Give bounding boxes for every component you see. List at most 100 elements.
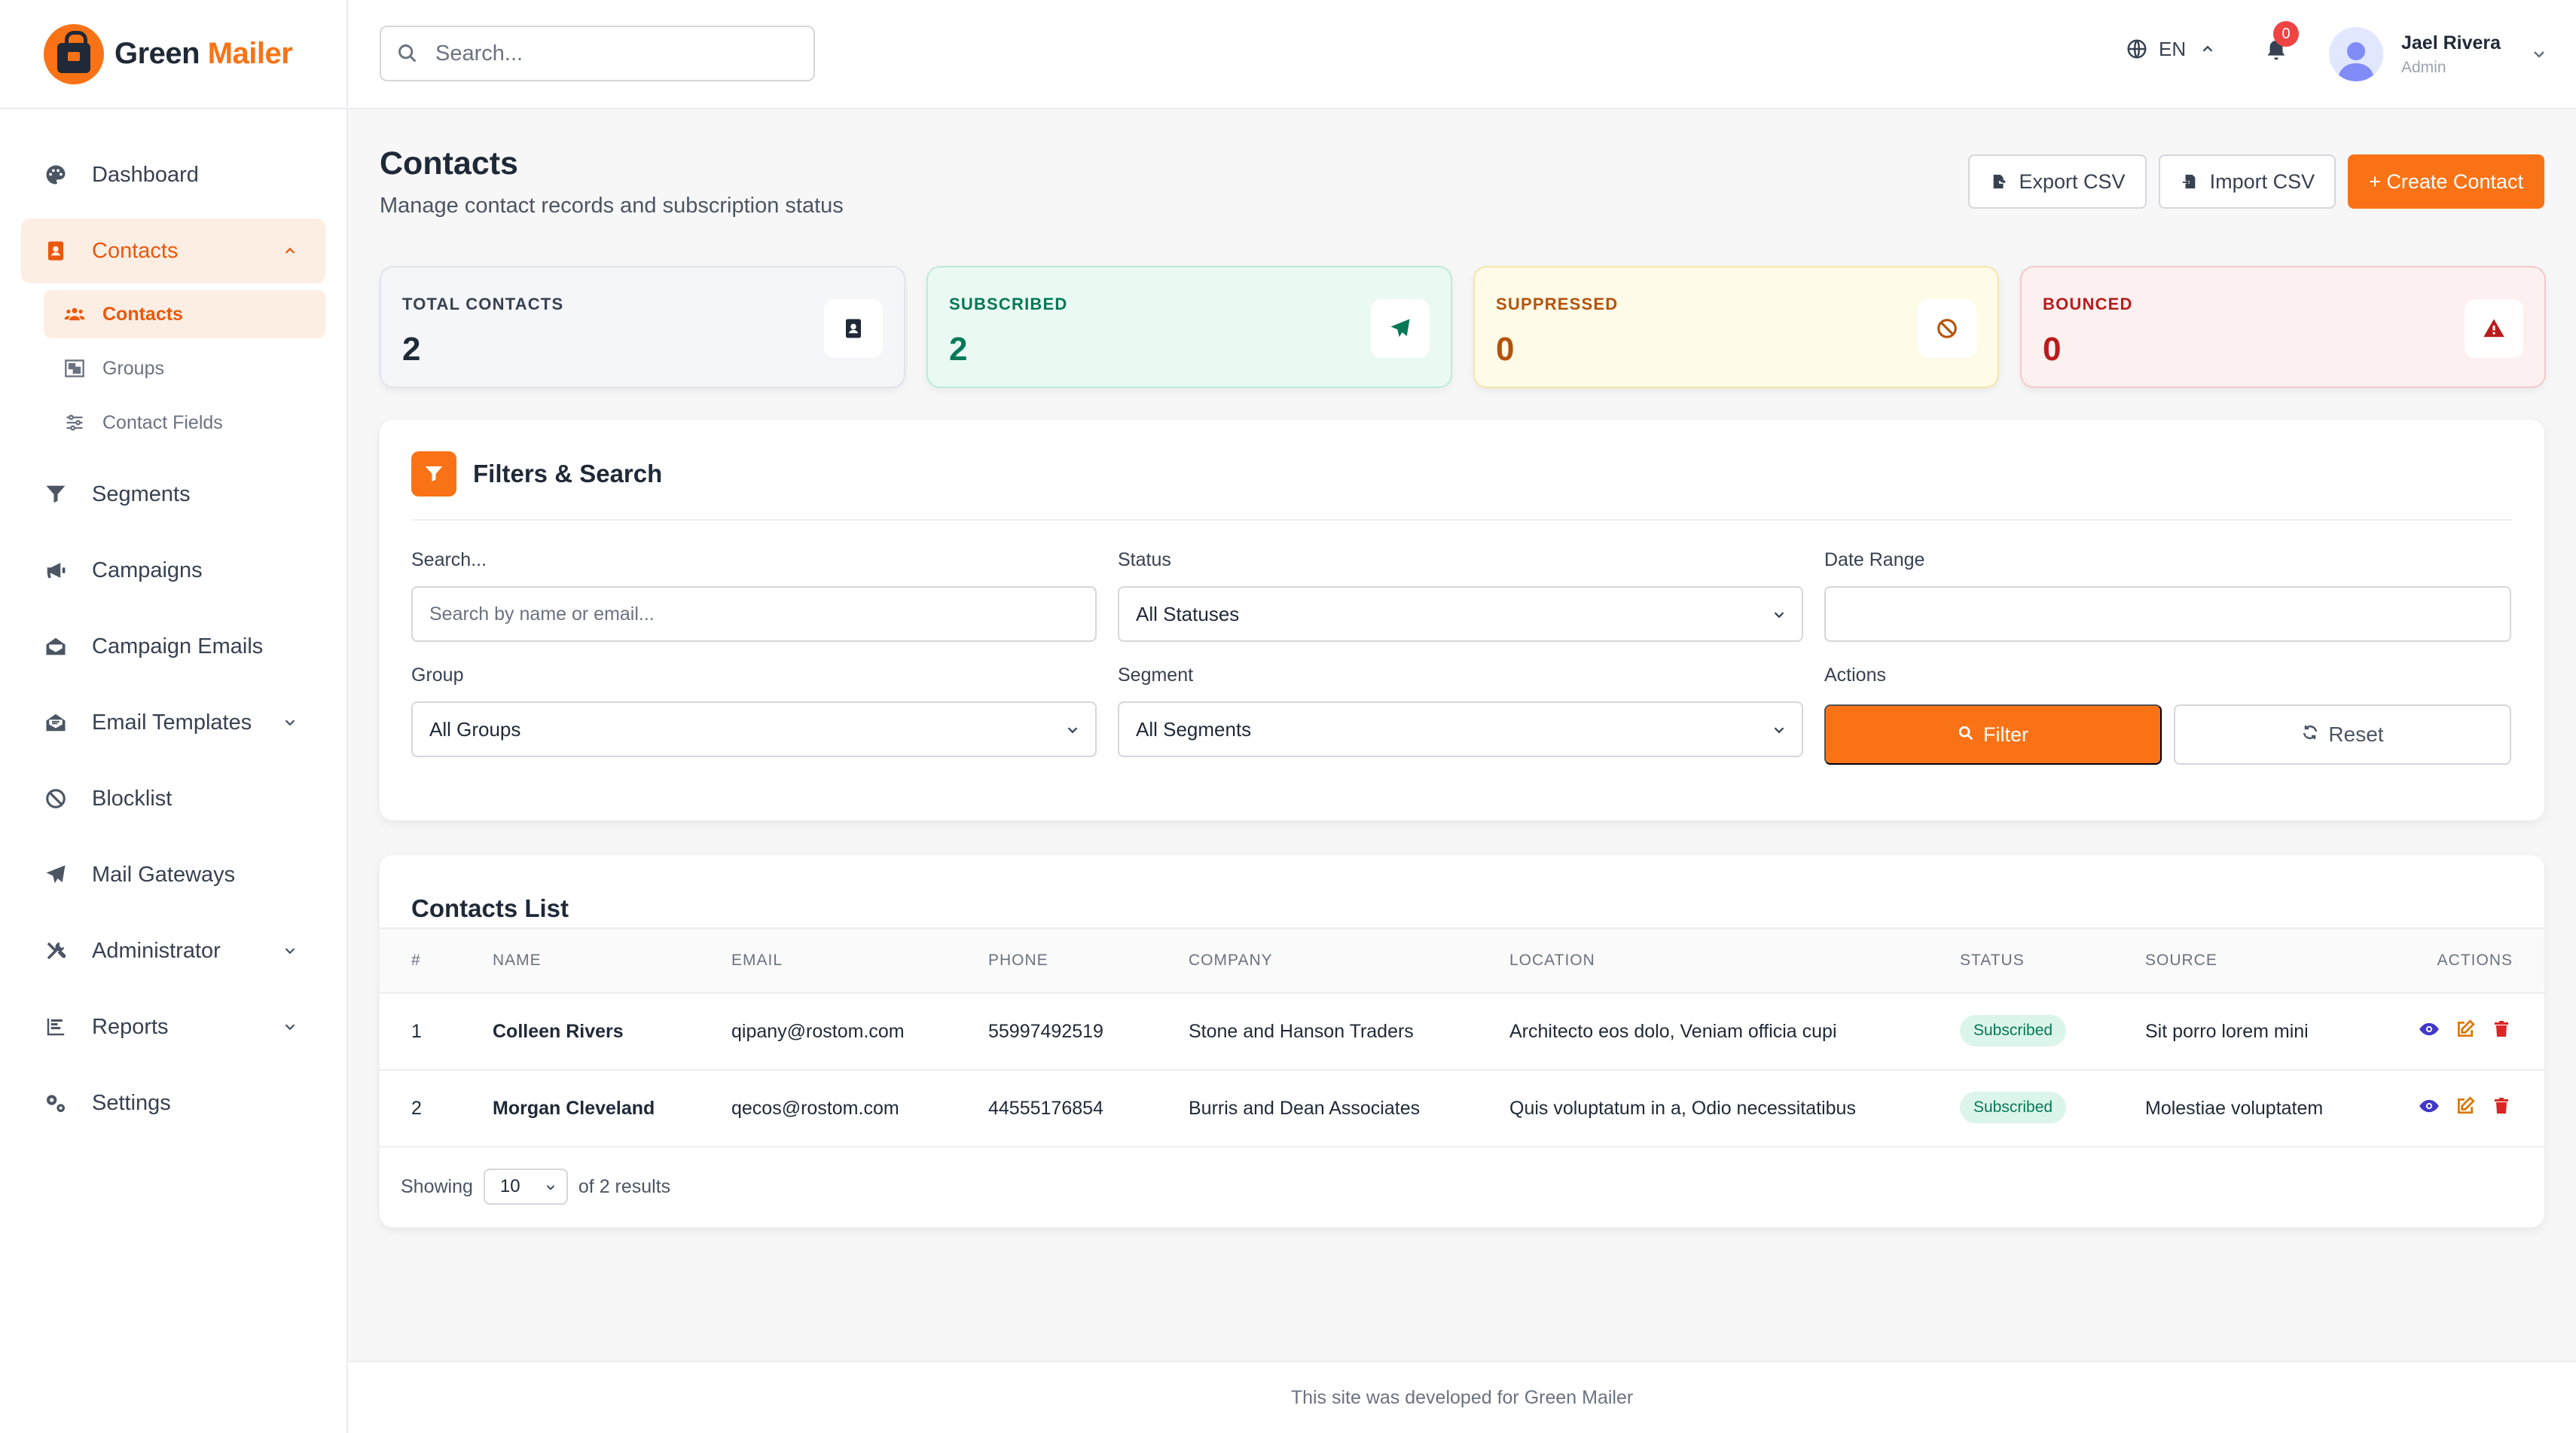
sidebar-item-label: Dashboard	[92, 162, 199, 187]
sidebar-subitem-contacts[interactable]: Contacts	[44, 290, 325, 338]
group-select[interactable]: All Groups	[411, 701, 1097, 757]
status-select[interactable]: All Statuses	[1118, 586, 1803, 642]
contact-phone: 44555176854	[988, 1098, 1103, 1119]
sidebar-item-email-templates[interactable]: Email Templates	[21, 690, 325, 755]
table-row[interactable]: 1 Colleen Rivers qipany@rostom.com 55997…	[380, 994, 2544, 1071]
filters-title: Filters & Search	[473, 460, 663, 487]
sidebar-item-segments[interactable]: Segments	[21, 462, 325, 527]
sidebar-item-label: Email Templates	[92, 710, 252, 735]
stat-card-bounced: BOUNCED 0	[2020, 266, 2546, 388]
sidebar-item-label: Mail Gateways	[92, 862, 236, 887]
globe-icon	[2124, 36, 2150, 62]
results-count: of 2 results	[578, 1175, 671, 1197]
showing-label: Showing	[401, 1175, 473, 1197]
export-csv-button[interactable]: Export CSV	[1967, 154, 2147, 209]
column-header[interactable]: EMAIL	[731, 952, 783, 970]
contacts-list-title: Contacts List	[411, 894, 569, 922]
sidebar-item-administrator[interactable]: Administrator	[21, 918, 325, 983]
delete-trash-icon[interactable]	[2490, 1095, 2513, 1117]
sidebar-item-mail-gateways[interactable]: Mail Gateways	[21, 842, 325, 907]
chevron-up-icon	[2195, 36, 2220, 62]
user-name: Jael Rivera	[2401, 32, 2501, 53]
sidebar-subitem-contact-fields[interactable]: Contact Fields	[44, 399, 325, 447]
global-search-input[interactable]	[435, 41, 789, 66]
address-book-icon	[824, 299, 883, 358]
column-header[interactable]: NAME	[493, 952, 542, 970]
paper-plane-icon	[1371, 299, 1430, 358]
megaphone-icon	[42, 557, 69, 584]
footer: This site was developed for Green Mailer	[348, 1361, 2576, 1433]
view-eye-icon[interactable]	[2418, 1095, 2440, 1117]
sidebar-item-settings[interactable]: Settings	[21, 1071, 325, 1135]
search-filter-input[interactable]	[429, 603, 1079, 625]
chevron-down-icon	[277, 938, 303, 964]
table-row[interactable]: 2 Morgan Cleveland qecos@rostom.com 4455…	[380, 1071, 2544, 1147]
stat-value: 2	[949, 331, 968, 368]
delete-trash-icon[interactable]	[2490, 1018, 2513, 1040]
date-range-input[interactable]	[1824, 586, 2511, 642]
chevron-down-icon	[277, 710, 303, 735]
sidebar-item-label: Blocklist	[92, 786, 172, 811]
sidebar-item-campaign-emails[interactable]: Campaign Emails	[21, 614, 325, 679]
create-contact-button[interactable]: + Create Contact	[2348, 154, 2544, 209]
sidebar-item-campaigns[interactable]: Campaigns	[21, 538, 325, 603]
global-search[interactable]	[380, 26, 815, 81]
stats-row: TOTAL CONTACTS 2 SUBSCRIBED 2 SUPPRESSED…	[380, 266, 2546, 388]
status-select-value: All Statuses	[1136, 602, 1240, 625]
brand-name: Green Mailer	[114, 37, 293, 70]
user-info: Jael Rivera Admin	[2401, 32, 2501, 77]
contact-source: Sit porro lorem mini	[2145, 1021, 2309, 1042]
brand[interactable]: Green Mailer	[0, 0, 346, 109]
stat-value: 2	[402, 331, 421, 368]
chevron-down-icon	[542, 1179, 559, 1196]
column-header[interactable]: COMPANY	[1189, 952, 1273, 970]
edit-icon[interactable]	[2454, 1095, 2477, 1117]
column-header[interactable]: STATUS	[1960, 952, 2025, 970]
segment-filter-group: Segment All Segments	[1118, 665, 1803, 757]
column-header[interactable]: LOCATION	[1509, 952, 1595, 970]
filters-card: Filters & Search Search... Status All St…	[380, 420, 2544, 820]
segment-select[interactable]: All Segments	[1118, 701, 1803, 757]
users-icon	[63, 303, 86, 325]
sidebar-subitem-groups[interactable]: Groups	[44, 344, 325, 393]
status-filter-label: Status	[1118, 549, 1171, 570]
sidebar-item-reports[interactable]: Reports	[21, 995, 325, 1059]
per-page-select[interactable]: 10	[483, 1169, 568, 1205]
page-subtitle: Manage contact records and subscription …	[380, 194, 844, 218]
stat-card-suppressed: SUPPRESSED 0	[1473, 266, 1999, 388]
search-icon	[1958, 723, 1974, 747]
contact-name[interactable]: Morgan Cleveland	[493, 1098, 655, 1120]
contact-location: Quis voluptatum in a, Odio necessitatibu…	[1509, 1098, 1856, 1119]
column-header[interactable]: SOURCE	[2145, 952, 2217, 970]
divider	[411, 519, 2513, 521]
sidebar-item-label: Administrator	[92, 938, 221, 963]
chevron-down-icon	[1769, 720, 1790, 741]
search-filter-field[interactable]	[411, 586, 1097, 642]
sidebar-subitem-label: Contacts	[102, 303, 183, 325]
group-filter-label: Group	[411, 665, 464, 686]
contact-name[interactable]: Colleen Rivers	[493, 1021, 624, 1043]
row-number: 2	[411, 1098, 422, 1119]
segment-select-value: All Segments	[1136, 717, 1252, 741]
language-switcher[interactable]: EN	[2124, 36, 2220, 62]
actions-filter-group: Actions	[1824, 665, 2511, 701]
per-page-value: 10	[499, 1176, 520, 1196]
stat-label: BOUNCED	[2043, 295, 2133, 313]
view-eye-icon[interactable]	[2418, 1018, 2440, 1040]
reset-button[interactable]: Reset	[2174, 704, 2511, 765]
sidebar-item-dashboard[interactable]: Dashboard	[21, 142, 325, 207]
sidebar-item-blocklist[interactable]: Blocklist	[21, 766, 325, 831]
column-header[interactable]: PHONE	[988, 952, 1048, 970]
user-menu[interactable]: Jael Rivera Admin	[2329, 27, 2552, 81]
avatar	[2329, 27, 2383, 81]
sidebar-item-contacts[interactable]: Contacts	[21, 218, 325, 283]
stat-value: 0	[1496, 331, 1515, 368]
page-actions: Export CSV Import CSV + Create Contact	[1967, 154, 2544, 209]
edit-icon[interactable]	[2454, 1018, 2477, 1040]
palette-icon	[42, 161, 69, 188]
contact-email: qecos@rostom.com	[731, 1098, 899, 1119]
ban-icon	[42, 785, 69, 812]
envelope-open-icon	[42, 633, 69, 660]
import-csv-button[interactable]: Import CSV	[2158, 154, 2336, 209]
filter-button[interactable]: Filter	[1824, 704, 2162, 765]
